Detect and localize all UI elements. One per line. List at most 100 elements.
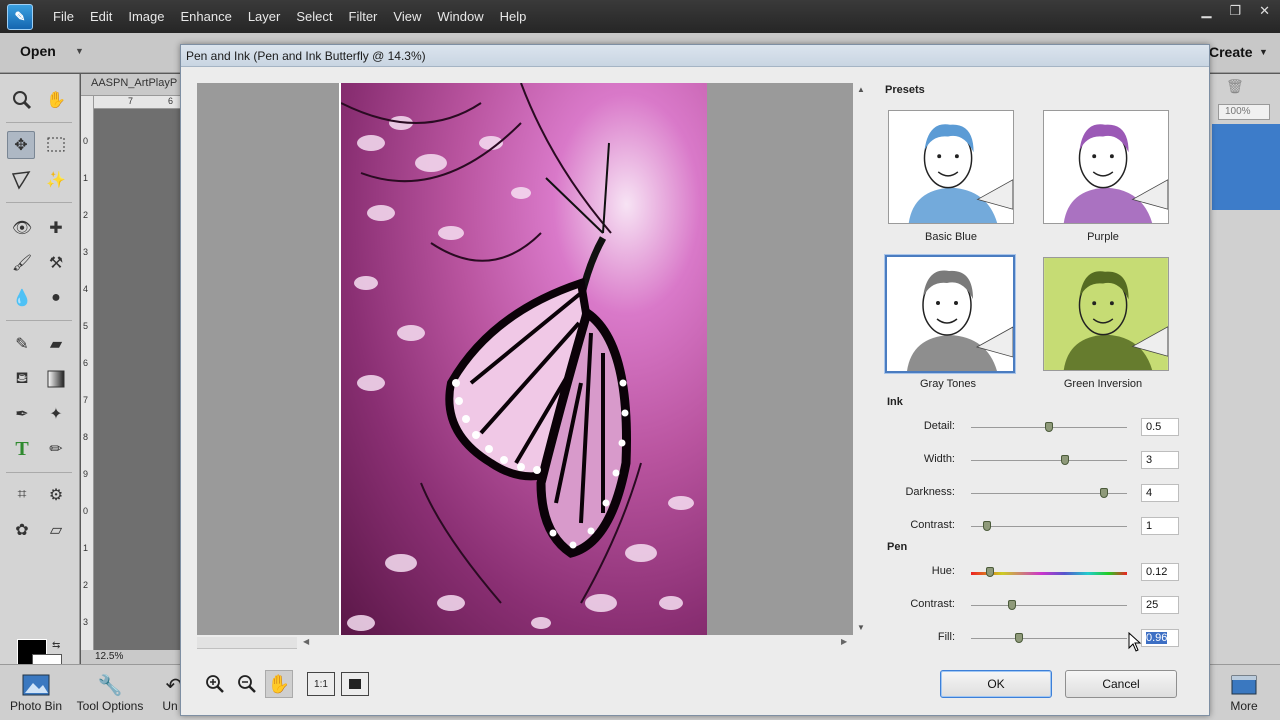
slider-track[interactable] [971, 460, 1127, 461]
menu-layer[interactable]: Layer [240, 9, 289, 24]
menu-enhance[interactable]: Enhance [173, 9, 240, 24]
value-input[interactable]: 25 [1141, 596, 1179, 614]
slider-thumb[interactable] [1060, 455, 1069, 465]
trash-icon[interactable]: 🗑 [1226, 78, 1244, 95]
minimize-icon[interactable]: ▁ [1201, 3, 1211, 19]
more-button[interactable]: More [1222, 665, 1266, 713]
preset-thumbnail [1044, 111, 1168, 223]
window-controls: ▁ ❐ ✕ [1201, 3, 1270, 19]
undo-icon: ↶ [165, 674, 180, 697]
value-input[interactable]: 0.12 [1141, 563, 1179, 581]
document-zoom-status: 12.5% [81, 650, 181, 664]
preset-purple[interactable] [1043, 110, 1169, 224]
scroll-left-icon[interactable]: ◀ [303, 637, 309, 646]
slider-thumb[interactable] [1007, 600, 1016, 610]
preset-green-inversion[interactable] [1043, 257, 1169, 371]
value-input[interactable]: 0.5 [1141, 418, 1179, 436]
brush-tool-icon[interactable]: ✎ [8, 330, 36, 358]
preset-gray-tones[interactable] [885, 255, 1015, 373]
undo-button[interactable]: ↶ Un [160, 665, 180, 714]
restore-icon[interactable]: ❐ [1229, 3, 1241, 19]
scrollbar-thumb[interactable] [197, 637, 297, 649]
magic-wand-icon[interactable]: ✨ [42, 166, 70, 194]
photo-bin-button[interactable]: Photo Bin [6, 665, 66, 713]
pencil-tool-icon[interactable]: ✏ [42, 435, 70, 463]
create-button[interactable]: Create [1209, 44, 1253, 60]
straighten-tool-icon[interactable]: ⏥ [42, 516, 70, 544]
horizontal-scrollbar[interactable]: ◀ ▶ [197, 637, 853, 649]
cookie-cutter-icon[interactable]: ✿ [8, 516, 36, 544]
value-input[interactable]: 0.96 [1141, 629, 1179, 647]
menu-select[interactable]: Select [288, 9, 340, 24]
menu-view[interactable]: View [385, 9, 429, 24]
value-input[interactable]: 1 [1141, 517, 1179, 535]
sponge-tool-icon[interactable]: ● [42, 284, 70, 312]
clone-stamp-icon[interactable]: ⚒ [42, 249, 70, 277]
create-dropdown-icon[interactable]: ▼ [1259, 47, 1268, 57]
tool-options-button[interactable]: 🔧 Tool Options [72, 665, 148, 714]
slider-thumb[interactable] [1045, 422, 1053, 432]
marquee-tool-icon[interactable] [42, 131, 70, 159]
eyedropper-icon[interactable]: ✒ [8, 400, 36, 428]
slider-track[interactable] [971, 605, 1127, 606]
slider-thumb[interactable] [982, 521, 991, 531]
eraser-tool-icon[interactable]: ▰ [42, 330, 70, 358]
slider-label: Contrast: [910, 519, 955, 531]
healing-brush-icon[interactable]: ✚ [42, 214, 70, 242]
layer-thumbnail[interactable] [1212, 124, 1280, 210]
zoom-in-icon[interactable] [201, 670, 229, 698]
preview-pane[interactable] [197, 83, 853, 635]
slider-thumb[interactable] [1015, 633, 1024, 643]
hand-tool-icon[interactable]: ✋ [42, 86, 70, 114]
type-tool-icon[interactable]: T [8, 435, 36, 463]
ruler-tick-label: 7 [83, 395, 89, 405]
open-button[interactable]: Open [20, 43, 56, 59]
slider-thumb[interactable] [1099, 488, 1108, 498]
blur-tool-icon[interactable]: 💧 [8, 284, 36, 312]
preset-label: Gray Tones [919, 378, 977, 390]
preset-basic-blue[interactable] [888, 110, 1014, 224]
scroll-down-icon[interactable]: ▼ [857, 623, 865, 632]
menu-edit[interactable]: Edit [82, 9, 120, 24]
menu-file[interactable]: File [45, 9, 82, 24]
ok-button[interactable]: OK [940, 670, 1052, 698]
menu-help[interactable]: Help [492, 9, 535, 24]
scroll-right-icon[interactable]: ▶ [841, 637, 847, 646]
cancel-button[interactable]: Cancel [1065, 670, 1177, 698]
actual-pixels-button[interactable]: 1:1 [307, 672, 335, 696]
close-icon[interactable]: ✕ [1259, 3, 1270, 19]
value-input[interactable]: 3 [1141, 451, 1179, 469]
tool-options-icon: 🔧 [97, 674, 123, 697]
crop-tool-icon[interactable]: ⌗ [8, 481, 36, 509]
slider-track[interactable] [971, 638, 1127, 639]
ruler-tick-label: 3 [83, 247, 89, 257]
panel-zoom-field[interactable]: 100% [1218, 104, 1270, 120]
toolbox-divider [6, 472, 72, 473]
hue-slider-track[interactable] [971, 572, 1127, 575]
scroll-up-icon[interactable]: ▲ [857, 85, 865, 94]
paint-bucket-icon[interactable]: ⛾ [8, 365, 36, 393]
menu-image[interactable]: Image [120, 9, 172, 24]
document-tab[interactable]: AASPN_ArtPlayP [81, 74, 181, 96]
swap-colors-icon[interactable]: ⇆ [52, 640, 60, 651]
slider-thumb[interactable] [985, 567, 994, 577]
move-tool-icon[interactable]: ✥ [7, 131, 35, 159]
slider-label: Darkness: [905, 486, 955, 498]
menu-window[interactable]: Window [429, 9, 491, 24]
smart-brush-icon[interactable]: 🖌 [8, 249, 36, 277]
lasso-tool-icon[interactable] [8, 166, 36, 194]
value-input[interactable]: 4 [1141, 484, 1179, 502]
custom-shape-icon[interactable]: ✦ [42, 400, 70, 428]
red-eye-tool-icon[interactable]: 👁 [8, 214, 36, 242]
zoom-out-icon[interactable] [233, 670, 261, 698]
slider-track[interactable] [971, 526, 1127, 527]
gradient-tool-icon[interactable] [42, 365, 70, 393]
hand-icon[interactable]: ✋ [265, 670, 293, 698]
toolbox-divider [6, 122, 72, 123]
open-dropdown-icon[interactable]: ▼ [75, 46, 84, 56]
butterfly-preview-image [339, 83, 707, 635]
zoom-tool-icon[interactable] [8, 86, 36, 114]
menu-filter[interactable]: Filter [341, 9, 386, 24]
recompose-tool-icon[interactable]: ⚙ [42, 481, 70, 509]
fit-on-screen-icon[interactable] [341, 672, 369, 696]
